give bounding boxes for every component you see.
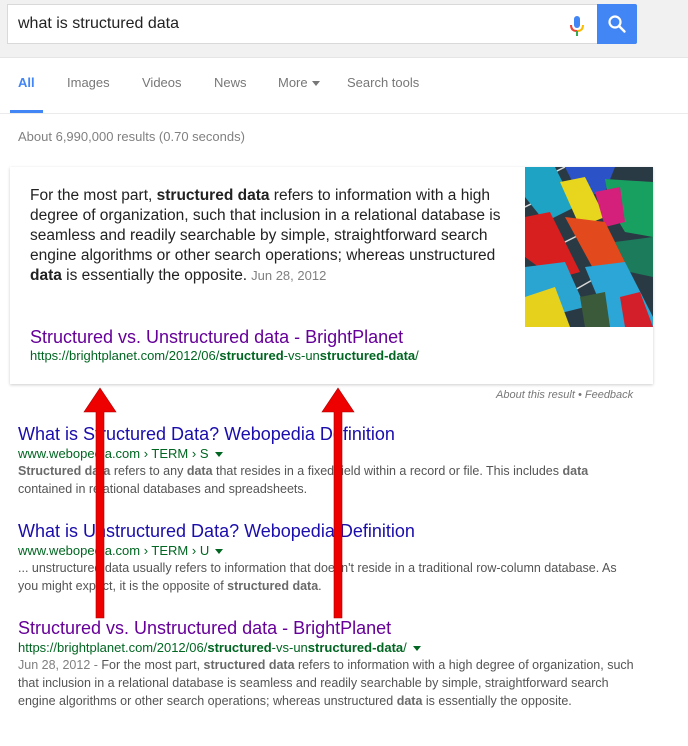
search-header: [0, 0, 688, 58]
text-run: -vs-un: [271, 640, 308, 655]
caret-down-icon: [311, 81, 320, 87]
highlighted-text: data: [562, 464, 589, 478]
search-result: What is Unstructured Data? Webopedia Def…: [18, 520, 638, 595]
text-run: -vs-un: [283, 348, 320, 363]
highlighted-text: data: [396, 694, 423, 708]
tab-all[interactable]: All: [18, 75, 35, 90]
featured-snippet-image[interactable]: [525, 167, 653, 327]
tab-more[interactable]: More: [278, 75, 320, 90]
about-feedback: About this result • Feedback: [496, 389, 633, 401]
text-run: refers to any: [110, 464, 187, 478]
highlighted-text: data: [186, 464, 213, 478]
result-title-link[interactable]: What is Unstructured Data? Webopedia Def…: [18, 520, 638, 542]
result-title-link[interactable]: What is Structured Data? Webopedia Defin…: [18, 423, 638, 445]
magnifier-icon: [608, 15, 626, 33]
highlighted-text: structured-data: [319, 348, 416, 363]
text-run: For the most part,: [30, 187, 157, 204]
text-run: is essentially the opposite.: [422, 694, 572, 708]
microphone-icon[interactable]: [568, 15, 586, 37]
search-box: [7, 4, 597, 44]
active-tab-indicator: [10, 110, 43, 113]
url-dropdown-icon[interactable]: [214, 452, 223, 458]
highlighted-text: structured: [219, 348, 284, 363]
tab-images[interactable]: Images: [67, 75, 110, 90]
text-run: https://brightplanet.com/2012/06/: [18, 640, 208, 655]
url-dropdown-icon[interactable]: [215, 549, 224, 555]
highlighted-text: data: [30, 267, 62, 284]
featured-snippet-date: Jun 28, 2012: [251, 268, 327, 283]
result-snippet: ... unstructured data usually refers to …: [18, 559, 638, 595]
highlighted-text: structured-data: [307, 640, 404, 655]
text-run: https://brightplanet.com/2012/06/: [30, 348, 220, 363]
text-run: www.webopedia.com › TERM › U: [18, 543, 210, 558]
search-button[interactable]: [597, 4, 637, 44]
text-run: data: [104, 561, 130, 575]
text-run: that resides in a fixed field within a r…: [212, 464, 563, 478]
tab-videos[interactable]: Videos: [142, 75, 182, 90]
search-result: Structured vs. Unstructured data - Brigh…: [18, 617, 638, 710]
tab-search-tools[interactable]: Search tools: [347, 75, 419, 90]
result-url: www.webopedia.com › TERM › U: [18, 542, 638, 559]
featured-snippet-card: For the most part, structured data refer…: [10, 167, 653, 384]
text-run: .: [318, 579, 322, 593]
result-snippet: Structured data refers to any data that …: [18, 462, 638, 498]
featured-snippet-title-link[interactable]: Structured vs. Unstructured data - Brigh…: [30, 327, 403, 348]
text-run: contained in relational databases and sp…: [18, 482, 308, 496]
highlighted-text: structured data: [156, 187, 270, 204]
result-title-link[interactable]: Structured vs. Unstructured data - Brigh…: [18, 617, 638, 639]
separator: •: [577, 389, 582, 401]
text-run: is essentially the opposite.: [61, 267, 248, 284]
highlighted-text: Structured data: [18, 464, 111, 478]
result-snippet: Jun 28, 2012 - For the most part, struct…: [18, 656, 638, 710]
feedback-link[interactable]: Feedback: [585, 389, 633, 401]
tab-more-label: More: [278, 75, 308, 90]
search-input[interactable]: [8, 5, 558, 43]
result-date: Jun 28, 2012 -: [18, 658, 102, 672]
featured-snippet-url: https://brightplanet.com/2012/06/structu…: [30, 348, 419, 363]
result-url: https://brightplanet.com/2012/06/structu…: [18, 639, 638, 656]
search-result: What is Structured Data? Webopedia Defin…: [18, 423, 638, 498]
highlighted-text: structured: [207, 640, 272, 655]
search-tabs: All Images Videos News More Search tools: [0, 58, 688, 114]
about-this-result-link[interactable]: About this result: [496, 389, 575, 401]
tab-news[interactable]: News: [214, 75, 247, 90]
highlighted-text: structured data: [227, 579, 319, 593]
text-run: For the most part,: [101, 658, 204, 672]
url-dropdown-icon[interactable]: [412, 646, 421, 652]
text-run: www.webopedia.com › TERM › S: [18, 446, 209, 461]
text-run: /: [403, 640, 407, 655]
highlighted-text: structured data: [203, 658, 295, 672]
result-stats: About 6,990,000 results (0.70 seconds): [18, 129, 245, 144]
featured-snippet-text: For the most part, structured data refer…: [30, 186, 510, 286]
text-run: /: [415, 348, 419, 363]
result-url: www.webopedia.com › TERM › S: [18, 445, 638, 462]
text-run: ... unstructured: [18, 561, 105, 575]
